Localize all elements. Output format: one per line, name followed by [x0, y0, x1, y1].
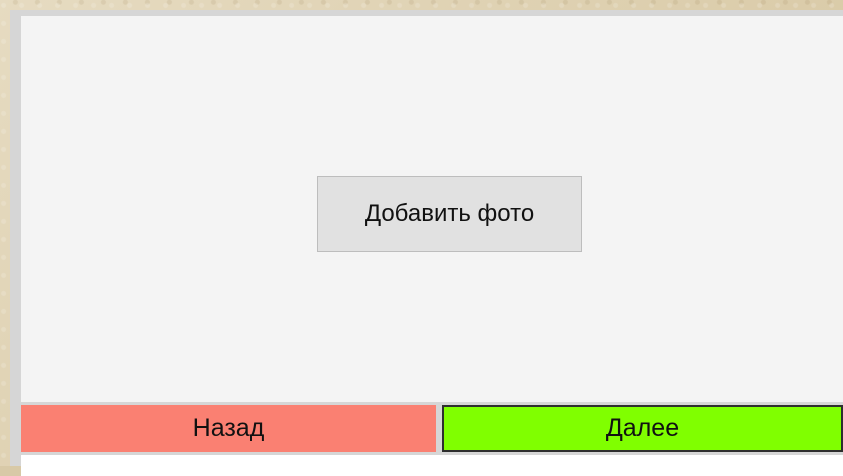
back-button[interactable]: Назад	[21, 405, 436, 452]
add-photo-button[interactable]: Добавить фото	[317, 176, 582, 252]
app-window: Добавить фото Назад Далее	[10, 10, 843, 476]
photo-panel: Добавить фото	[21, 16, 843, 402]
navigation-bar: Назад Далее	[21, 404, 843, 453]
next-button[interactable]: Далее	[442, 405, 843, 452]
